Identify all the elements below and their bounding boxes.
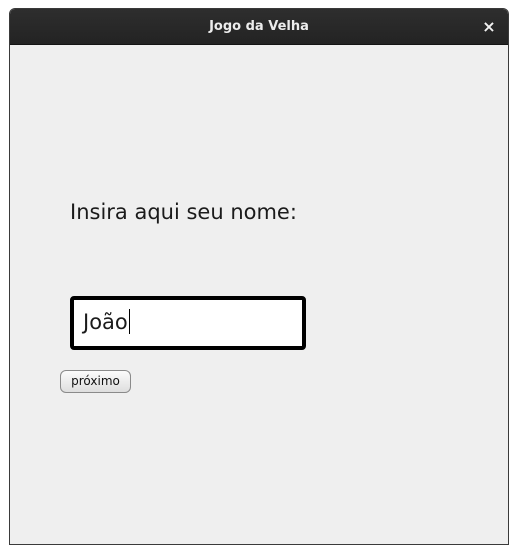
close-icon[interactable]: × <box>478 16 500 38</box>
window-title: Jogo da Velha <box>209 19 309 34</box>
name-prompt-label: Insira aqui seu nome: <box>70 200 297 224</box>
name-input-text: João <box>83 310 128 334</box>
next-button[interactable]: próximo <box>60 370 131 393</box>
main-content: Insira aqui seu nome: João próximo <box>10 45 508 544</box>
text-cursor <box>128 309 130 334</box>
title-bar: Jogo da Velha × <box>10 9 508 45</box>
app-window: Jogo da Velha × Insira aqui seu nome: Jo… <box>9 8 509 545</box>
name-input[interactable]: João <box>70 296 306 350</box>
name-input-value: João <box>83 309 130 334</box>
